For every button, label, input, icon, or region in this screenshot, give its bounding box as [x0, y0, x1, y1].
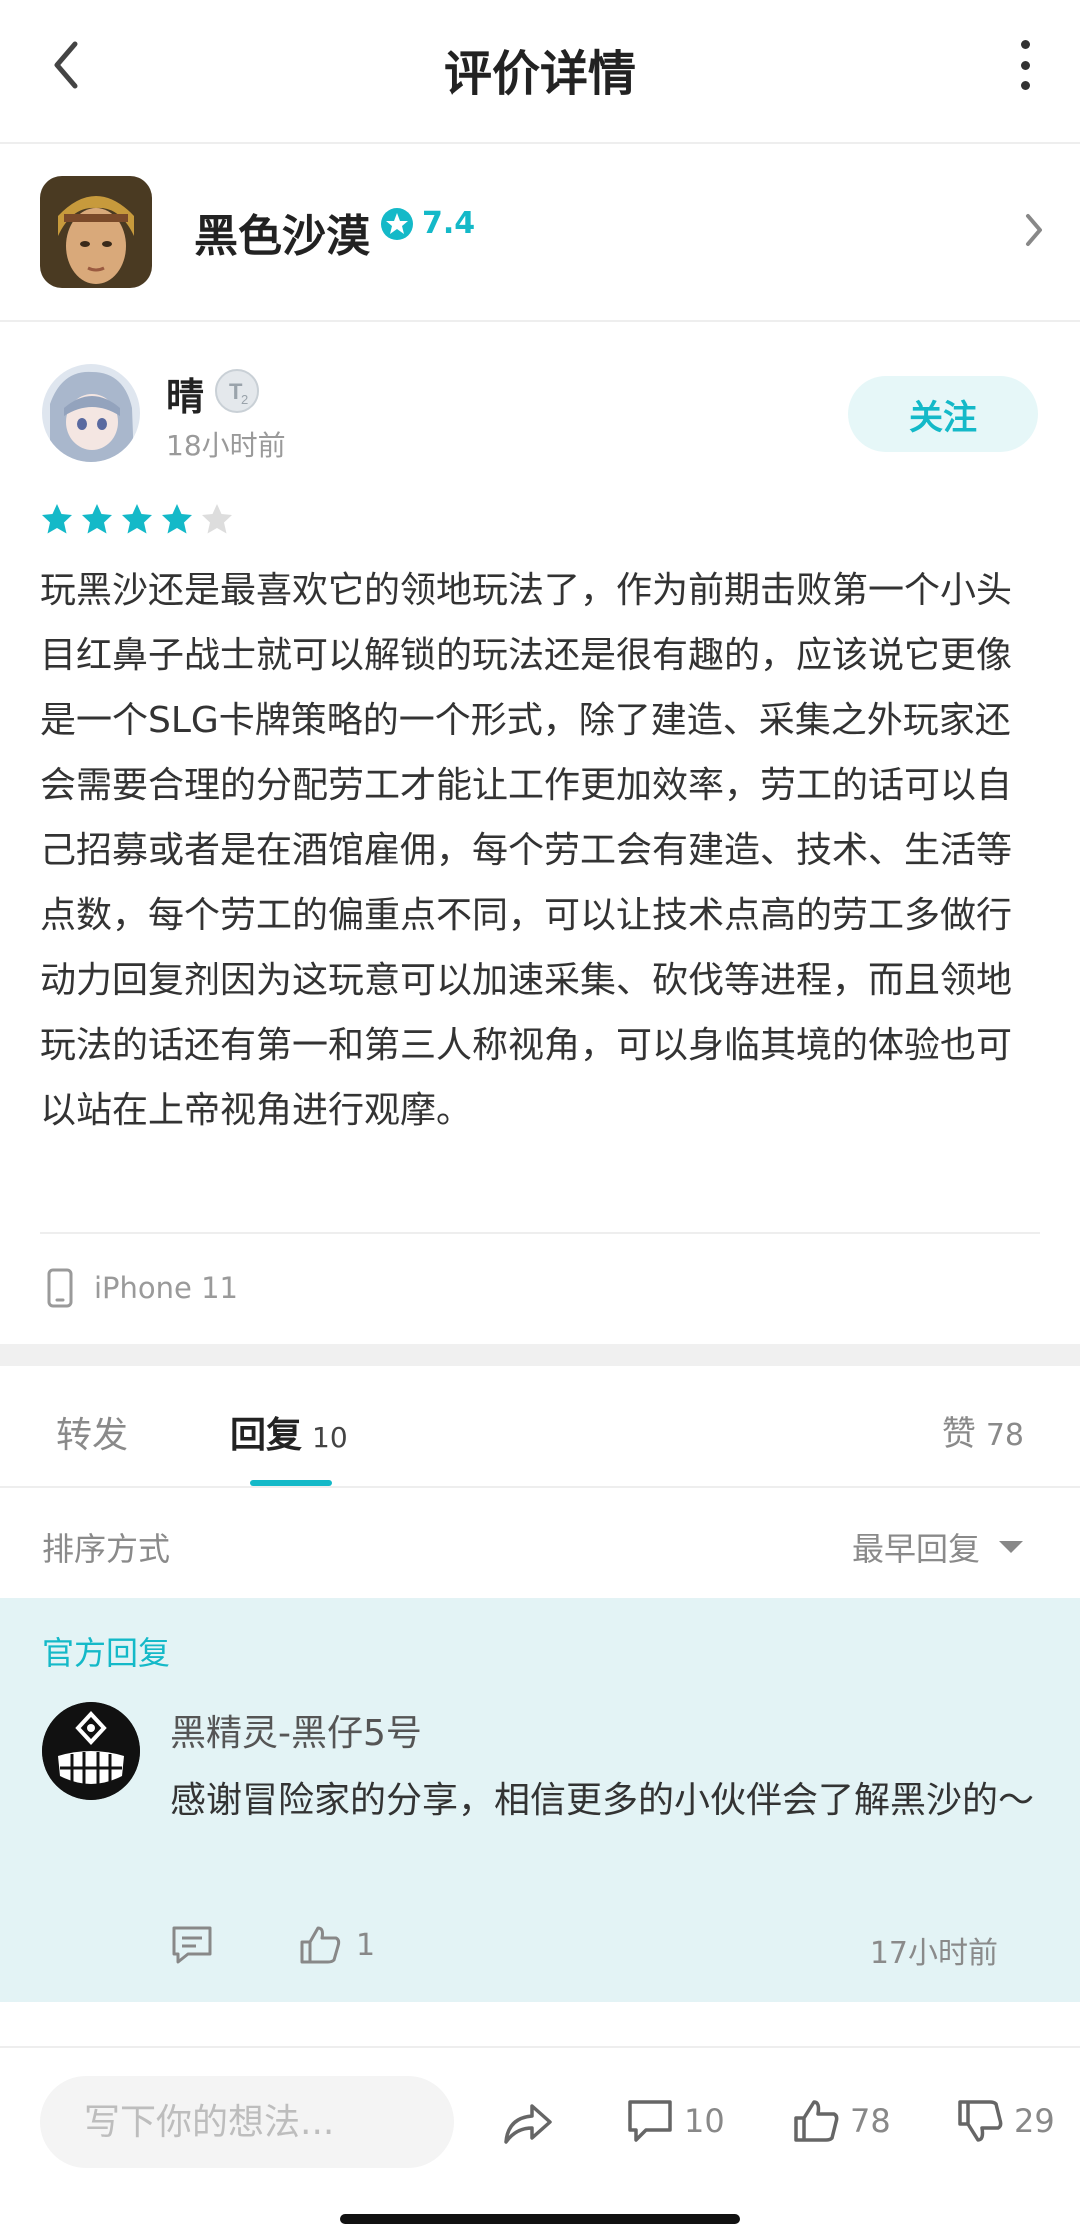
reply-text: 感谢冒险家的分享，相信更多的小伙伴会了解黑沙的～ [170, 1780, 1035, 1821]
sort-dropdown[interactable]: 最早回复 [852, 1524, 1024, 1570]
tab-forward[interactable]: 转发 [56, 1406, 128, 1458]
home-indicator [340, 2214, 740, 2224]
share-button[interactable] [500, 2098, 554, 2148]
page-title: 评价详情 [443, 46, 636, 102]
comments-button[interactable]: 10 [626, 2098, 725, 2144]
reply-time: 17小时前 [869, 1936, 998, 1971]
likes-count: 78 [850, 2102, 891, 2140]
review-text: 玩黑沙还是最喜欢它的领地玩法了，作为前期击败第一个小头目红鼻子战士就可以解锁的玩… [40, 570, 1013, 1131]
caret-down-icon [999, 1541, 1023, 1553]
star-filled-icon [162, 504, 192, 534]
avatar[interactable] [42, 364, 140, 462]
official-reply-label: 官方回复 [42, 1634, 171, 1672]
review-stars [40, 502, 240, 536]
thumbs-up-icon[interactable] [298, 1924, 342, 1966]
comment-icon [628, 2100, 672, 2142]
more-options-button[interactable] [1010, 40, 1040, 90]
star-empty-icon [202, 504, 232, 534]
more-dot-icon [1020, 81, 1030, 90]
device-name: iPhone 11 [94, 1271, 239, 1305]
app-info-row[interactable]: 黑色沙漠 7.4 [0, 142, 1080, 322]
reply-like-count: 1 [356, 1927, 376, 1963]
sort-label: 排序方式 [42, 1530, 171, 1568]
thumbs-up-icon [794, 2100, 839, 2142]
chevron-right-icon [1024, 212, 1044, 252]
section-separator [0, 1344, 1080, 1366]
review-device: iPhone 11 [46, 1268, 238, 1308]
divider [0, 1486, 1080, 1488]
sort-selected: 最早回复 [851, 1530, 980, 1568]
divider [40, 1232, 1040, 1234]
share-icon [504, 2104, 552, 2144]
app-icon [40, 176, 152, 288]
star-badge-icon [381, 207, 413, 240]
tab-reply-count: 10 [312, 1421, 348, 1454]
app-name: 黑色沙漠 [194, 211, 370, 262]
dislike-button[interactable]: 29 [956, 2098, 1055, 2144]
tab-reply[interactable]: 回复 10 [230, 1406, 348, 1458]
level-badge-icon: T 2 [214, 368, 260, 414]
star-filled-icon [122, 504, 152, 534]
star-filled-icon [82, 504, 112, 534]
review-detail-page: 评价详情 黑色沙漠 7.4 晴 T 2 18小时前 关注 玩黑沙还是最喜欢它的领… [0, 0, 1080, 2239]
rating-value: 7.4 [422, 206, 476, 241]
thumbs-down-icon [958, 2100, 1003, 2142]
reply-avatar[interactable] [42, 1702, 140, 1800]
follow-button[interactable]: 关注 [848, 376, 1038, 452]
comment-input[interactable] [40, 2076, 454, 2168]
star-filled-icon [42, 504, 72, 534]
review-author-name[interactable]: 晴 [166, 366, 204, 421]
phone-icon [47, 1268, 73, 1308]
dislikes-count: 29 [1014, 2102, 1055, 2140]
tab-likes[interactable]: 赞 78 [942, 1406, 1024, 1455]
review-time: 18小时前 [166, 429, 286, 462]
comments-count: 10 [684, 2102, 725, 2140]
svg-text:2: 2 [241, 392, 248, 407]
like-button[interactable]: 78 [792, 2098, 891, 2144]
tab-likes-label: 赞 [941, 1414, 976, 1454]
top-bar: 评价详情 [0, 0, 1080, 144]
more-dot-icon [1020, 60, 1030, 70]
reply-author-name[interactable]: 黑精灵-黑仔5号 [170, 1704, 422, 1756]
official-reply-card[interactable]: 官方回复 黑精灵-黑仔5号 感谢冒险家的分享，相信更多的小伙伴会了解黑沙的～ 1… [0, 1598, 1080, 2002]
tab-reply-label: 回复 [230, 1415, 303, 1456]
app-rating: 7.4 [380, 206, 475, 241]
tab-likes-count: 78 [985, 1418, 1024, 1453]
reply-actions: 1 [170, 1924, 375, 1966]
bottom-action-bar: 10 78 29 [0, 2046, 1080, 2198]
more-dot-icon [1020, 40, 1030, 49]
comment-icon[interactable] [170, 1924, 214, 1966]
